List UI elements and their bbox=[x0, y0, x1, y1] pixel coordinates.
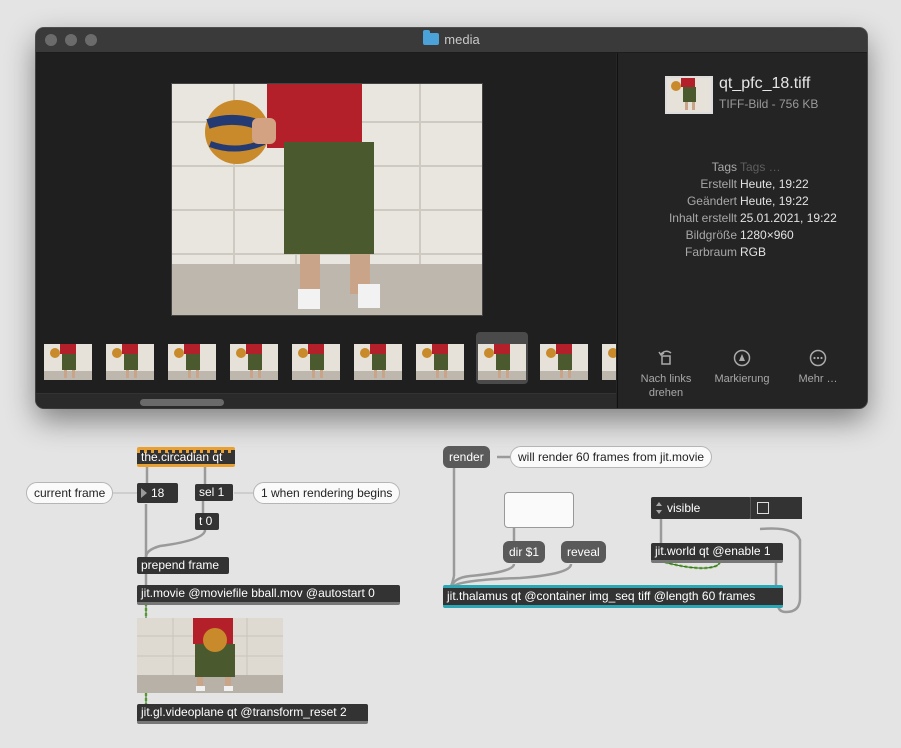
prepend-object[interactable]: prepend frame bbox=[137, 557, 229, 574]
object-text: t 0 bbox=[199, 514, 213, 528]
updown-arrows-icon bbox=[656, 502, 662, 514]
dir-message[interactable]: dir $1 bbox=[503, 541, 546, 563]
object-text: jit.world qt @enable 1 bbox=[655, 544, 771, 558]
render-message[interactable]: render bbox=[443, 446, 490, 468]
message-text: render bbox=[449, 450, 484, 464]
message-text: dir $1 bbox=[509, 545, 540, 559]
object-text: sel 1 bbox=[199, 485, 225, 499]
umenu-value: visible bbox=[667, 501, 701, 515]
visible-umenu[interactable]: visible bbox=[651, 497, 751, 519]
pwin-video-preview bbox=[137, 618, 283, 693]
comment-current-frame: current frame bbox=[26, 482, 114, 504]
message-text: reveal bbox=[567, 545, 600, 559]
comment-rendering: 1 when rendering begins bbox=[253, 482, 401, 504]
comment-text: current frame bbox=[34, 486, 106, 500]
sel-object[interactable]: sel 1 bbox=[195, 484, 233, 501]
comment-render: will render 60 frames from jit.movie bbox=[510, 446, 713, 468]
circadian-object[interactable]: the.circadian qt bbox=[137, 447, 235, 467]
trigger-object[interactable]: t 0 bbox=[195, 513, 219, 530]
object-text: jit.movie @moviefile bball.mov @autostar… bbox=[141, 586, 375, 600]
comment-text: will render 60 frames from jit.movie bbox=[518, 450, 705, 464]
reveal-message[interactable]: reveal bbox=[561, 541, 606, 563]
jit-gl-videoplane-object[interactable]: jit.gl.videoplane qt @transform_reset 2 bbox=[137, 704, 368, 724]
object-text: the.circadian qt bbox=[141, 450, 223, 464]
patch-cords bbox=[113, 455, 802, 704]
jit-movie-object[interactable]: jit.movie @moviefile bball.mov @autostar… bbox=[137, 585, 400, 605]
checkbox-icon bbox=[757, 502, 769, 514]
jit-thalamus-object[interactable]: jit.thalamus qt @container img_seq tiff … bbox=[443, 585, 783, 608]
number-value: 18 bbox=[151, 486, 165, 500]
frame-number-box[interactable]: 18 bbox=[137, 483, 178, 503]
toggle[interactable] bbox=[750, 497, 802, 519]
object-text: prepend frame bbox=[141, 558, 220, 572]
object-text: jit.gl.videoplane qt @transform_reset 2 bbox=[141, 705, 347, 719]
comment-text: 1 when rendering begins bbox=[261, 486, 393, 500]
dropfile-box[interactable] bbox=[504, 492, 574, 528]
object-text: jit.thalamus qt @container img_seq tiff … bbox=[447, 589, 756, 603]
jit-world-object[interactable]: jit.world qt @enable 1 bbox=[651, 543, 783, 563]
